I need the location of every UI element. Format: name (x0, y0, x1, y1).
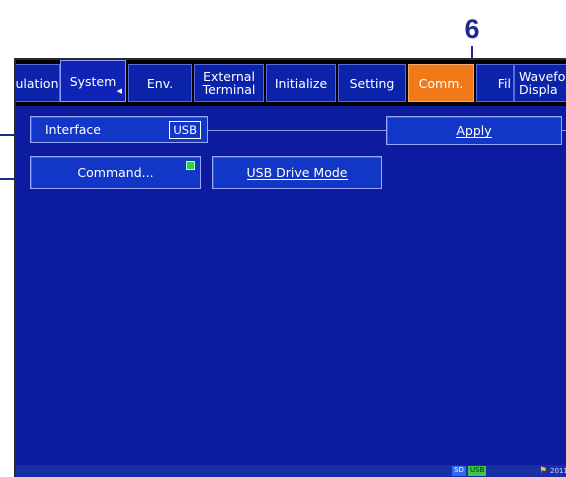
callout-number: 6 (464, 14, 480, 44)
tab-initialize[interactable]: Initialize (266, 64, 336, 102)
tab-label: Setting (349, 75, 395, 91)
tab-system[interactable]: System ◀ (60, 60, 126, 102)
apply-button[interactable]: Apply (386, 116, 562, 145)
interface-selector[interactable]: Interface USB (30, 116, 208, 143)
usb-drive-mode-label: USB Drive Mode (246, 164, 348, 180)
device-screen: ulation System ◀ Env. External Terminal … (14, 58, 566, 477)
tab-label: System (69, 73, 117, 89)
comm-settings-panel: Interface USB Apply Command... USB Drive… (16, 106, 566, 477)
interface-value: USB (169, 120, 201, 139)
divider-line (562, 130, 566, 131)
status-bar: SD USB ⚑ 2011/07 (16, 465, 566, 477)
tab-external-terminal[interactable]: External Terminal (194, 64, 264, 102)
command-button[interactable]: Command... (30, 156, 201, 189)
divider-line (208, 130, 386, 131)
tab-bar: ulation System ◀ Env. External Terminal … (16, 60, 566, 106)
tab-label: Initialize (274, 75, 328, 91)
command-label: Command... (77, 165, 154, 180)
tab-label: Wavefor Displa (519, 69, 566, 97)
tab-label: External Terminal (202, 69, 256, 97)
tab-env[interactable]: Env. (128, 64, 192, 102)
interface-label: Interface (45, 122, 101, 137)
submenu-arrow-icon: ◀ (116, 87, 122, 95)
status-led-icon (186, 161, 195, 170)
apply-label: Apply (456, 122, 492, 138)
tab-calculation[interactable]: ulation (15, 64, 60, 102)
usb-drive-mode-button[interactable]: USB Drive Mode (212, 156, 382, 189)
tab-comm[interactable]: Comm. (408, 64, 474, 102)
tab-label: ulation (15, 75, 59, 91)
tab-label: Fil (497, 75, 511, 91)
tab-label: Comm. (418, 75, 464, 91)
tab-file[interactable]: Fil (476, 64, 514, 102)
tab-label: Env. (146, 75, 174, 91)
tab-setting[interactable]: Setting (338, 64, 406, 102)
tab-waveform-display[interactable]: Wavefor Displa (514, 64, 566, 102)
